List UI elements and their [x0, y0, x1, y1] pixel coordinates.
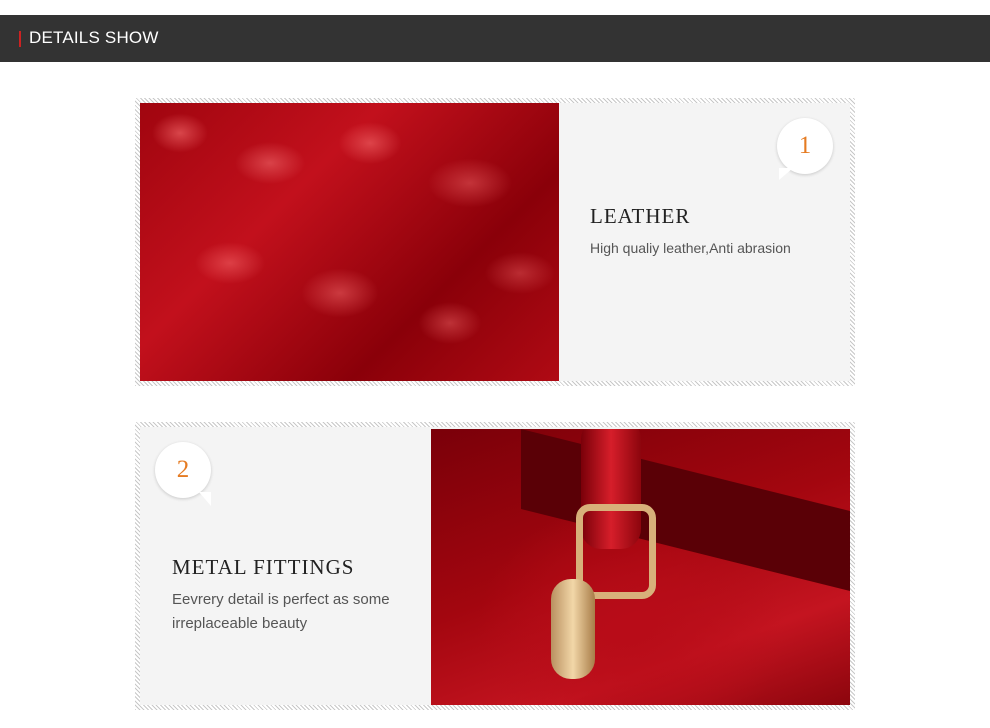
- feature-description: Eevrery detail is perfect as some irrepl…: [172, 591, 390, 632]
- number-bubble: 1: [777, 118, 833, 180]
- gold-clasp: [551, 579, 595, 679]
- feature-title: LEATHER: [590, 204, 691, 228]
- header-accent-bar: [19, 31, 21, 47]
- feature-panel-leather: 1 LEATHER High qualiy leather,Anti abras…: [135, 98, 855, 386]
- section-title: DETAILS SHOW: [29, 28, 159, 47]
- bag-clasp-photo: [431, 429, 850, 705]
- section-header: DETAILS SHOW: [0, 15, 990, 62]
- number-bubble: 2: [155, 442, 211, 506]
- feature-panel-metal-fittings: 2 METAL FITTINGS Eevrery detail is perfe…: [135, 422, 855, 710]
- feature-description: High qualiy leather,Anti abrasion: [590, 240, 791, 256]
- leather-photo: [140, 103, 559, 381]
- feature-title: METAL FITTINGS: [172, 555, 355, 579]
- bag-rim: [521, 429, 850, 594]
